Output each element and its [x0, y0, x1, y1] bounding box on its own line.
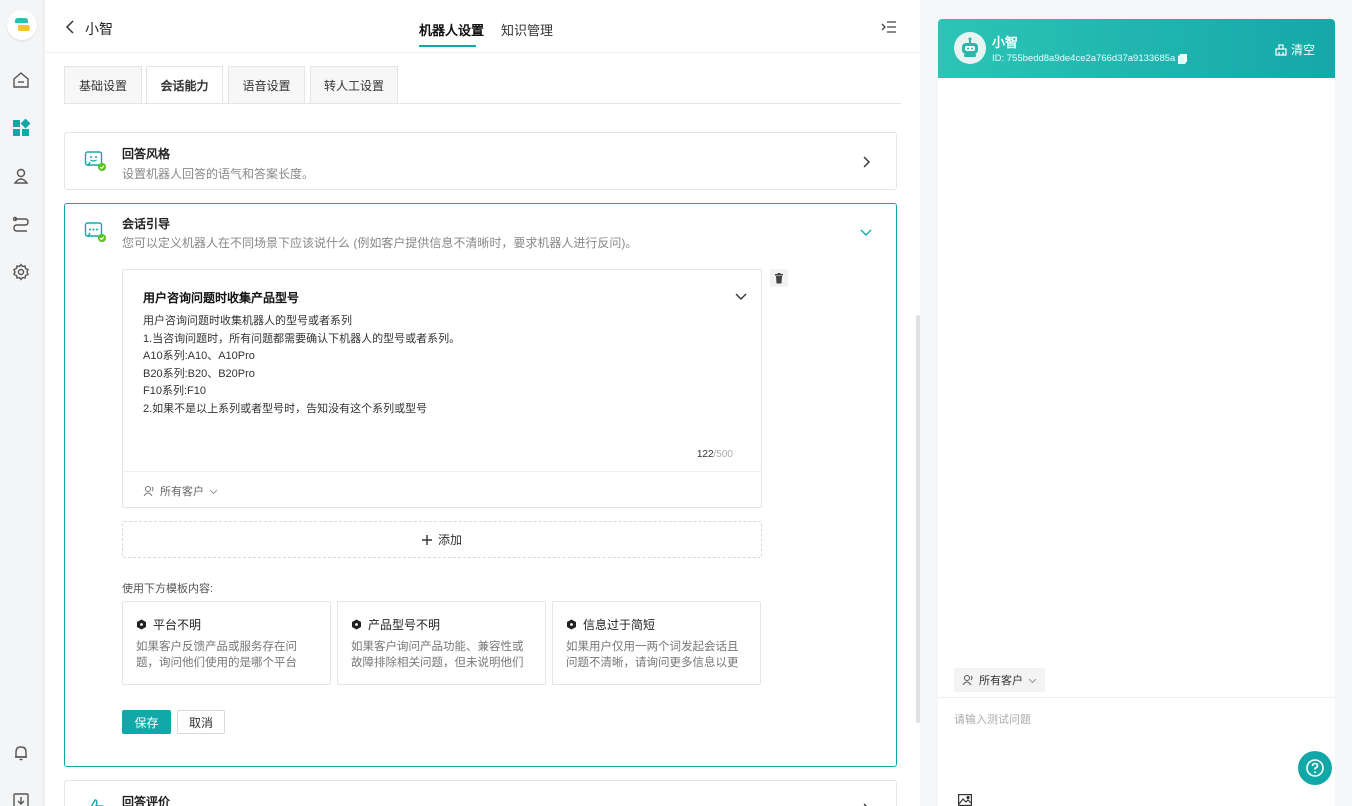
cancel-button[interactable]: 取消	[177, 710, 225, 734]
rule-line: 1.当咨询问题时，所有问题都需要确认下机器人的型号或者系列。	[143, 332, 461, 345]
rule-line: 2.如果不是以上系列或者型号时，告知没有这个系列或型号	[143, 402, 428, 415]
rule-line: A10系列:A10、A10Pro	[143, 350, 255, 363]
subtab-basic[interactable]: 基础设置	[64, 66, 142, 104]
active-tab-indicator	[419, 45, 476, 47]
add-label: 添加	[437, 533, 462, 547]
add-rule-button[interactable]: 添加	[122, 521, 762, 558]
tab-bot-settings[interactable]: 机器人设置	[419, 20, 484, 39]
subtab-divider	[64, 103, 901, 104]
template-desc: 如果客户询问产品功能、兼容性或故障排除相关问题，但未说明他们使...	[351, 641, 524, 669]
home-icon[interactable]	[10, 69, 32, 91]
guidance-title: 会话引导	[122, 217, 171, 231]
logo-icon[interactable]	[7, 10, 37, 40]
template-label: 使用下方模板内容:	[122, 583, 214, 595]
hexagon-icon	[567, 619, 576, 630]
bot-id-text: ID: 755bedd8a9de4ce2a766d37a9133685a	[992, 53, 1176, 64]
image-icon[interactable]	[958, 794, 973, 806]
hexagon-icon	[352, 619, 361, 630]
char-counter: 122/500	[697, 449, 733, 460]
bot-id: ID: 755bedd8a9de4ce2a766d37a9133685a	[992, 53, 1188, 64]
back-icon[interactable]	[65, 17, 79, 37]
rule-line: 用户咨询问题时收集机器人的型号或者系列	[143, 315, 352, 327]
answer-style-title: 回答风格	[122, 147, 171, 161]
preview-bot-name: 小智	[992, 35, 1019, 50]
clear-button[interactable]: 清空	[1275, 41, 1315, 58]
broom-icon	[1275, 43, 1287, 56]
help-icon[interactable]	[1298, 751, 1332, 785]
user-icon	[962, 675, 973, 686]
preview-header: 小智 ID: 755bedd8a9de4ce2a766d37a9133685a …	[938, 19, 1335, 78]
copy-icon[interactable]	[1178, 53, 1188, 64]
rule-footer: 所有客户	[123, 471, 761, 507]
guidance-desc: 您可以定义机器人在不同场景下应该说什么 (例如客户提供信息不清晰时，要求机器人进…	[122, 236, 638, 250]
template-title: 平台不明	[153, 618, 202, 632]
plus-icon	[421, 534, 432, 545]
chat-preview-panel: 小智 ID: 755bedd8a9de4ce2a766d37a9133685a …	[938, 19, 1335, 806]
char-max: /500	[713, 449, 733, 460]
rule-line: B20系列:B20、B20Pro	[143, 367, 255, 380]
chevron-down-icon	[1028, 678, 1037, 683]
chevron-down-icon[interactable]	[860, 226, 872, 238]
conversation-guidance-card: 会话引导 您可以定义机器人在不同场景下应该说什么 (例如客户提供信息不清晰时，要…	[64, 203, 897, 767]
thumb-up-icon	[84, 797, 106, 806]
preview-audience-select[interactable]: 所有客户	[954, 668, 1045, 692]
preview-divider	[938, 697, 1335, 698]
bot-name: 小智	[85, 21, 113, 37]
chevron-down-icon	[209, 489, 218, 494]
user-icon	[143, 486, 154, 497]
answer-eval-title: 回答评价	[122, 795, 171, 806]
subtab-conversation[interactable]: 会话能力	[146, 66, 223, 104]
template-desc: 如果客户反馈产品或服务存在问题，询问他们使用的是哪个平台（iOS...	[136, 641, 297, 669]
save-button[interactable]: 保存	[122, 710, 171, 734]
template-card[interactable]: 信息过于简短 如果用户仅用一两个词发起会话且问题不清晰，请询问更多信息以更好..…	[552, 601, 761, 685]
trash-icon[interactable]	[770, 269, 788, 287]
scrollbar[interactable]	[916, 315, 920, 723]
test-question-input[interactable]: 请输入测试问题	[954, 711, 1031, 727]
template-title: 信息过于简短	[583, 618, 656, 632]
subtab-voice[interactable]: 语音设置	[228, 66, 305, 104]
left-nav-rail	[0, 0, 44, 806]
rule-title[interactable]: 用户咨询问题时收集产品型号	[143, 289, 299, 306]
rule-line: F10系列:F10	[143, 385, 206, 398]
hexagon-icon	[137, 619, 146, 630]
apps-icon[interactable]	[10, 117, 32, 139]
collapse-panel-icon[interactable]	[881, 19, 897, 35]
settings-icon[interactable]	[10, 261, 32, 283]
bell-icon[interactable]	[10, 742, 32, 764]
smile-chat-icon	[84, 150, 106, 172]
flow-icon[interactable]	[10, 213, 32, 235]
char-count: 122	[696, 449, 714, 460]
chevron-right-icon[interactable]	[860, 156, 872, 168]
chat-dots-icon	[84, 221, 106, 243]
template-desc: 如果用户仅用一两个词发起会话且问题不清晰，请询问更多信息以更好...	[566, 641, 739, 669]
preview-audience-label: 所有客户	[979, 675, 1023, 687]
top-bar: 小智 机器人设置 知识管理	[45, 0, 920, 53]
template-card[interactable]: 平台不明 如果客户反馈产品或服务存在问题，询问他们使用的是哪个平台（iOS...	[122, 601, 331, 685]
answer-style-card[interactable]: 回答风格 设置机器人回答的语气和答案长度。	[64, 132, 897, 190]
robot-avatar-icon	[954, 32, 986, 64]
answer-eval-card[interactable]: 回答评价	[64, 780, 897, 806]
template-title: 产品型号不明	[368, 618, 441, 632]
template-card[interactable]: 产品型号不明 如果客户询问产品功能、兼容性或故障排除相关问题，但未说明他们使..…	[337, 601, 546, 685]
audience-select[interactable]: 所有客户	[143, 483, 218, 499]
answer-style-desc: 设置机器人回答的语气和答案长度。	[122, 167, 315, 181]
download-icon[interactable]	[10, 790, 32, 806]
audience-label: 所有客户	[160, 486, 204, 498]
main-panel: 小智 机器人设置 知识管理 基础设置 会话能力 语音设置 转人工设置 回答风格 …	[45, 0, 920, 806]
rule-content-textarea[interactable]: 用户咨询问题时收集机器人的型号或者系列 1.当咨询问题时，所有问题都需要确认下机…	[143, 313, 460, 419]
clear-label: 清空	[1290, 43, 1315, 57]
user-location-icon[interactable]	[10, 165, 32, 187]
subtab-transfer[interactable]: 转人工设置	[310, 66, 398, 104]
guidance-rule: 用户咨询问题时收集产品型号 用户咨询问题时收集机器人的型号或者系列 1.当咨询问…	[122, 269, 762, 508]
tab-knowledge[interactable]: 知识管理	[501, 20, 553, 39]
chevron-down-icon[interactable]	[735, 290, 747, 302]
